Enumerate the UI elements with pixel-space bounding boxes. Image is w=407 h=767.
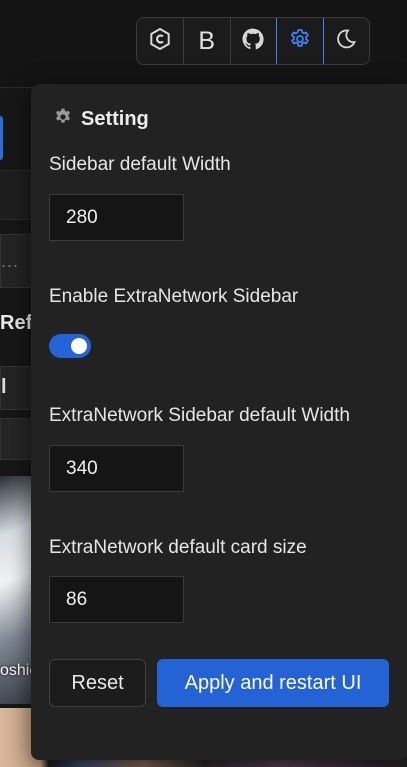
background-button-edge (0, 116, 3, 160)
background-panel-edge (0, 170, 32, 220)
theme-toggle-button[interactable] (323, 18, 369, 64)
gear-icon (53, 107, 73, 132)
bold-b-icon: B (198, 26, 216, 55)
settings-title: Setting (81, 108, 149, 130)
app-stage: B ... Refr l oshic Setting Sidebar defau… (0, 0, 407, 767)
settings-header: Setting (53, 107, 149, 132)
reset-button[interactable]: Reset (49, 659, 146, 707)
toggle-knob (71, 338, 87, 354)
enable-extra-sidebar-label: Enable ExtraNetwork Sidebar (49, 286, 299, 307)
civitai-icon (148, 27, 172, 56)
sidebar-width-input[interactable] (49, 194, 184, 241)
gear-icon (288, 27, 312, 56)
extra-sidebar-width-label: ExtraNetwork Sidebar default Width (49, 405, 350, 426)
github-icon (241, 27, 265, 56)
settings-button[interactable] (276, 18, 325, 64)
header-toolbar: B (136, 17, 370, 65)
apply-restart-button[interactable]: Apply and restart UI (157, 659, 389, 707)
bilibili-button[interactable]: B (184, 18, 231, 64)
background-search-input[interactable]: ... (0, 234, 32, 288)
enable-extra-sidebar-toggle[interactable] (49, 334, 91, 358)
sidebar-width-label: Sidebar default Width (49, 154, 231, 175)
background-card-caption: oshic (0, 662, 38, 679)
settings-popover: Setting Sidebar default Width Enable Ext… (31, 84, 407, 760)
extra-sidebar-width-input[interactable] (49, 445, 184, 492)
card-size-label: ExtraNetwork default card size (49, 537, 307, 558)
background-field (0, 418, 32, 460)
moon-icon (334, 27, 358, 56)
background-refresh-label: Refr (0, 312, 41, 334)
civitai-button[interactable] (137, 18, 184, 64)
github-button[interactable] (231, 18, 278, 64)
card-size-input[interactable] (49, 576, 184, 623)
background-dropdown[interactable]: l (0, 366, 32, 410)
